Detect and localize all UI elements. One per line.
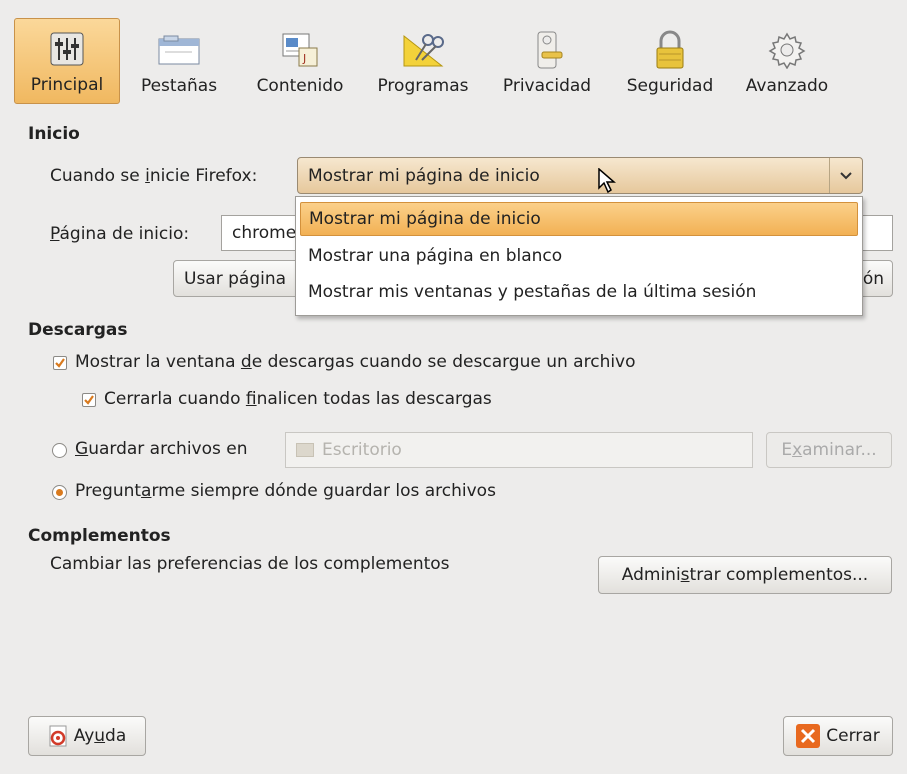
tab-label: Avanzado	[745, 76, 829, 96]
mnemonic: f	[245, 389, 257, 409]
label-part: e descargas cuando se descargue un archi…	[251, 352, 636, 372]
tab-label: Principal	[30, 75, 104, 95]
label-part: uardar archivos en	[88, 439, 248, 459]
mnemonic: G	[75, 439, 89, 459]
save-to-folder-label: Guardar archivos en	[75, 439, 248, 459]
mnemonic: x	[792, 440, 803, 460]
mnemonic: P	[50, 224, 60, 244]
show-downloads-label: Mostrar la ventana de descargas cuando s…	[75, 352, 636, 372]
label-part: aminar...	[802, 440, 877, 460]
label-part: trar complementos...	[689, 565, 869, 585]
mnemonic: a	[141, 481, 152, 501]
label-part: rme siempre dónde guardar los archivos	[151, 481, 496, 501]
close-button[interactable]: Cerrar	[783, 716, 893, 756]
startup-select[interactable]: Mostrar mi página de inicio	[297, 157, 863, 194]
mouse-cursor-icon	[598, 167, 617, 199]
tab-label: Programas	[377, 76, 469, 96]
save-to-folder-radio[interactable]	[52, 443, 67, 458]
radio-dot	[56, 489, 63, 496]
close-label: Cerrar	[826, 726, 880, 746]
option-blank-page[interactable]: Mostrar una página en blanco	[300, 239, 858, 273]
tab-contenido[interactable]: J Contenido	[242, 18, 358, 104]
tab-label: Seguridad	[626, 76, 714, 96]
label-part: ágina de inicio:	[59, 224, 190, 244]
show-downloads-checkbox[interactable]	[53, 356, 67, 370]
section-title-inicio: Inicio	[28, 124, 80, 144]
option-show-homepage[interactable]: Mostrar mi página de inicio	[300, 202, 858, 236]
section-title-complementos: Complementos	[28, 526, 171, 546]
startup-select-value: Mostrar mi página de inicio	[308, 165, 540, 186]
checkmark-icon	[84, 395, 94, 405]
tab-programas[interactable]: Programas	[364, 18, 482, 104]
close-when-done-label: Cerrarla cuando finalicen todas las desc…	[104, 389, 492, 409]
sliders-icon	[45, 29, 89, 69]
tab-seguridad[interactable]: Seguridad	[614, 18, 726, 104]
programs-icon	[401, 30, 445, 70]
label-part: nicie Firefox:	[149, 166, 258, 186]
label-part: Cuando se	[50, 166, 146, 186]
content-icon: J	[278, 30, 322, 70]
gear-icon	[765, 30, 809, 70]
option-restore-session[interactable]: Mostrar mis ventanas y pestañas de la úl…	[300, 275, 858, 309]
label-part: Cerrarla cuando	[104, 389, 246, 409]
chevron-down-icon	[829, 158, 862, 193]
browse-button[interactable]: Ex aminar...	[766, 432, 892, 468]
download-folder-field: Escritorio	[285, 432, 753, 468]
help-book-icon	[49, 725, 67, 747]
preferences-toolbar: Principal Pestañas J Contenido Programas…	[14, 18, 890, 104]
mnemonic: s	[680, 565, 690, 585]
homepage-label: Página de inicio:	[50, 224, 189, 244]
tab-label: Privacidad	[502, 76, 592, 96]
section-title-descargas: Descargas	[28, 320, 128, 340]
checkmark-icon	[55, 358, 65, 368]
tab-privacidad[interactable]: Privacidad	[488, 18, 606, 104]
close-when-done-checkbox[interactable]	[82, 393, 96, 407]
always-ask-label: Preguntarme siempre dónde guardar los ar…	[75, 481, 496, 501]
tab-principal[interactable]: Principal	[14, 18, 120, 104]
label-part: inalicen todas las descargas	[256, 389, 492, 409]
label-part: Pregunt	[75, 481, 142, 501]
always-ask-radio[interactable]	[52, 485, 67, 500]
folder-icon	[296, 443, 314, 457]
label-part: Admini	[621, 565, 681, 585]
padlock-icon	[648, 30, 692, 70]
tab-label: Contenido	[256, 76, 344, 96]
download-folder-value: Escritorio	[322, 440, 402, 460]
addons-description: Cambiar las preferencias de los compleme…	[50, 554, 450, 574]
tab-avanzado[interactable]: Avanzado	[732, 18, 842, 104]
mnemonic: u	[94, 726, 106, 746]
close-icon	[796, 724, 821, 748]
tabs-icon	[157, 30, 201, 70]
label-part: Mostrar la ventana	[75, 352, 241, 372]
mnemonic: d	[240, 352, 252, 372]
door-hanger-icon	[525, 30, 569, 70]
help-button[interactable]: Ay u da	[28, 716, 146, 756]
label-part: E	[781, 440, 793, 460]
manage-addons-button[interactable]: Admini s trar complementos...	[598, 556, 892, 594]
label-part: Ay	[73, 726, 95, 746]
tab-label: Pestañas	[140, 76, 218, 96]
svg-text:J: J	[302, 52, 306, 65]
startup-options-dropdown: Mostrar mi página de inicio Mostrar una …	[295, 196, 863, 316]
use-current-page-button[interactable]: Usar página	[173, 260, 313, 297]
label-part: da	[105, 726, 127, 746]
startup-label: Cuando se inicie Firefox:	[50, 166, 257, 186]
tab-pestanas[interactable]: Pestañas	[126, 18, 232, 104]
